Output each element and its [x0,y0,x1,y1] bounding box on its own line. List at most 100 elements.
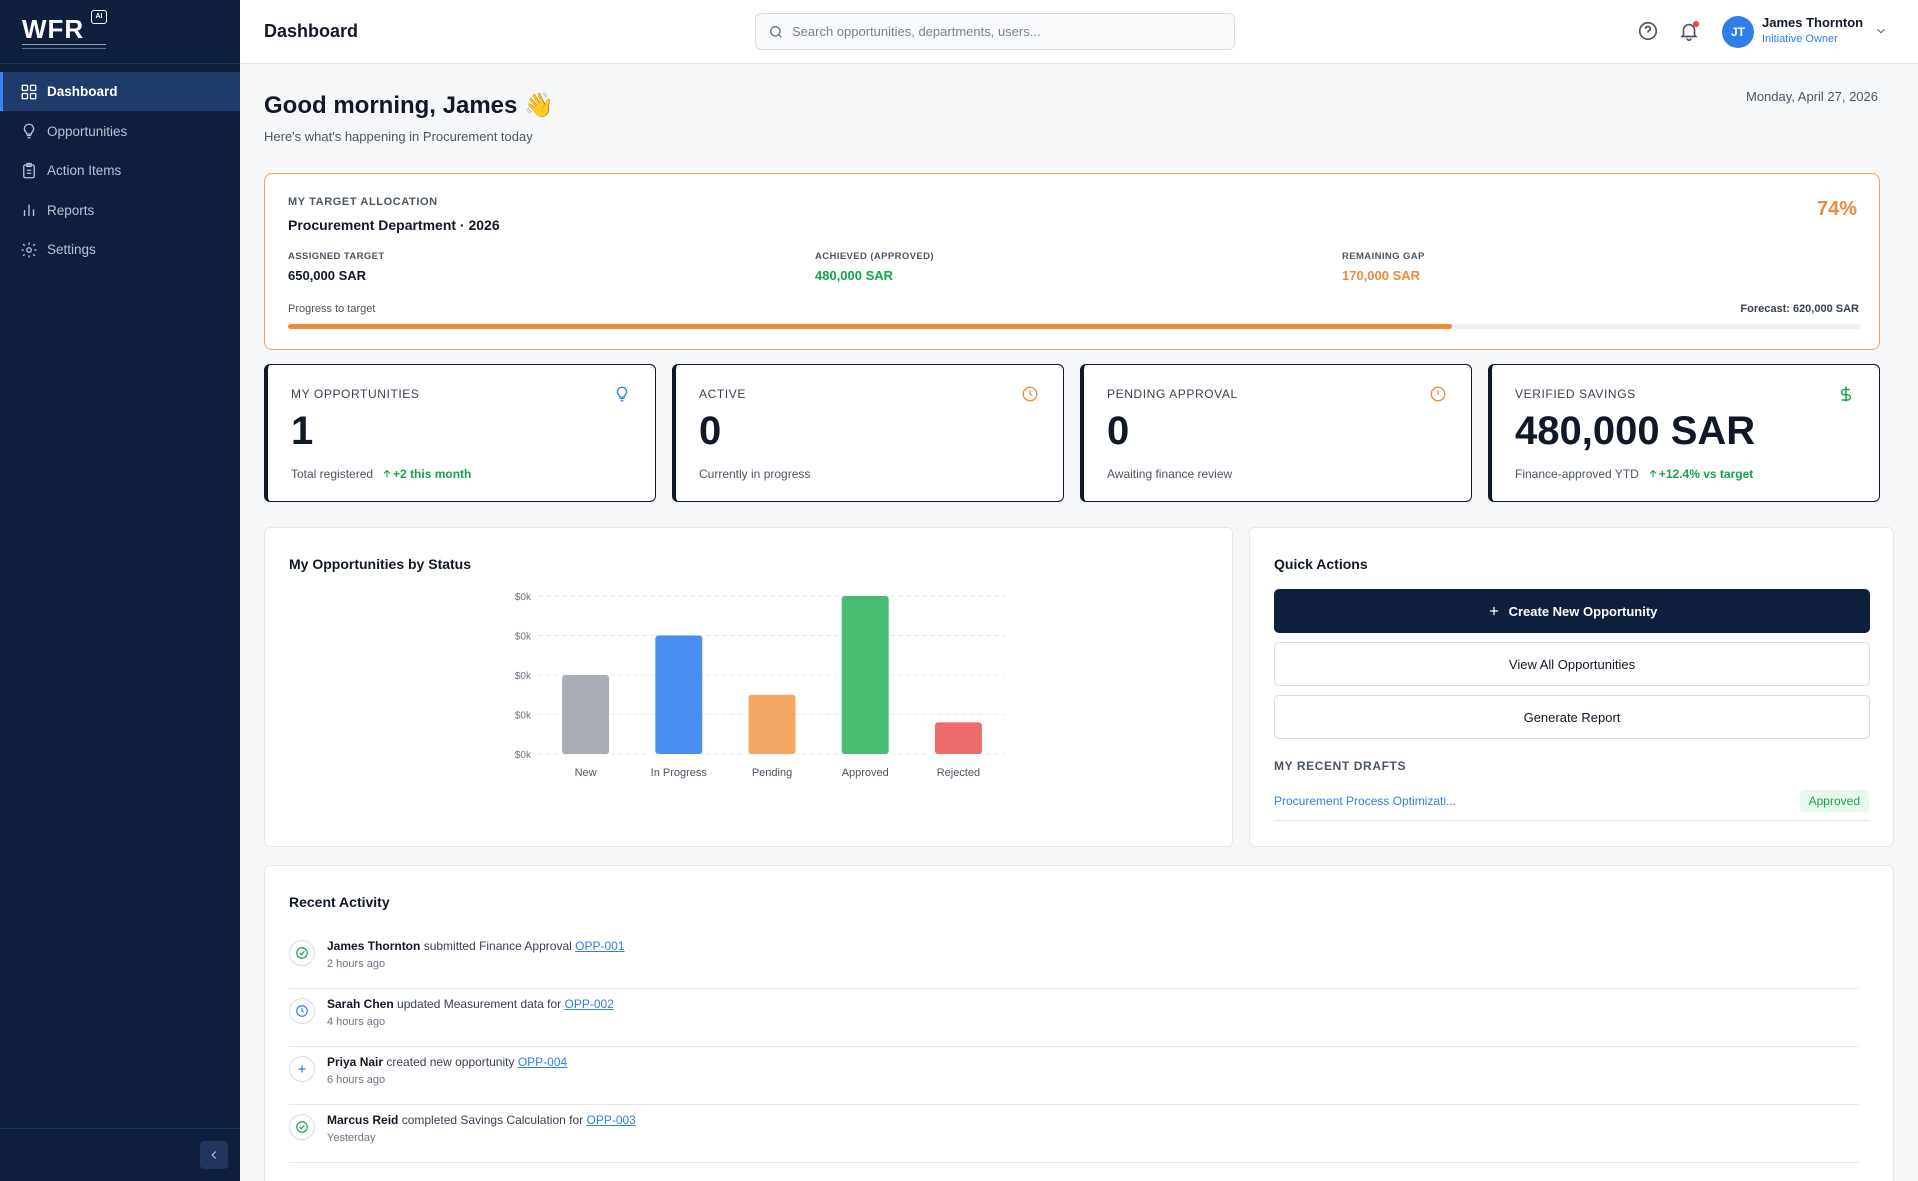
user-name[interactable]: James Thornton [1762,15,1863,30]
user-role: Initiative Owner [1762,33,1838,45]
achieved-value: 480,000 SAR [815,268,894,283]
view-all-label: View All Opportunities [1508,656,1636,672]
chart-y-tick-label: $0k [515,750,532,761]
kpi-sub: Total registered +2 this month [291,467,471,481]
activity-text: Priya Nair created new opportunity OPP-0… [327,1055,567,1069]
kpi-card-active[interactable]: ACTIVE 0 Currently in progress [672,364,1064,502]
generate-report-button[interactable]: Generate Report [1274,695,1870,739]
page-title: Dashboard [264,21,359,41]
sidebar: WFR AI Dashboard Opportunities Action It… [0,0,240,1181]
activity-ref-link[interactable]: OPP-004 [518,1055,567,1069]
progress-label: Progress to target [288,303,376,315]
recent-activity-title: Recent Activity [289,894,390,910]
progress-bar [288,324,1861,329]
recent-drafts-label: MY RECENT DRAFTS [1274,759,1407,773]
sidebar-item-opportunities[interactable]: Opportunities [0,112,240,151]
sidebar-item-action-items[interactable]: Action Items [0,151,240,190]
plus-icon [289,1056,315,1082]
notification-dot [1693,21,1699,27]
activity-user: Sarah Chen [327,997,394,1011]
kpi-value: 1 [291,409,314,453]
sidebar-item-reports[interactable]: Reports [0,191,240,230]
activity-text: Marcus Reid completed Savings Calculatio… [327,1113,636,1127]
create-opportunity-button[interactable]: Create New Opportunity [1274,589,1870,633]
kpi-card-my-opportunities[interactable]: MY OPPORTUNITIES 1 Total registered +2 t… [264,364,656,502]
divider [1274,820,1870,821]
chart-bar [748,694,796,754]
achieved-stat: ACHIEVED (APPROVED) 480,000 SAR [815,251,934,283]
view-all-opportunities-button[interactable]: View All Opportunities [1274,642,1870,686]
kpi-sub-text: Awaiting finance review [1107,467,1233,481]
quick-actions-title: Quick Actions [1274,556,1368,572]
chart-x-tick-label: Approved [842,767,889,779]
top-header: Dashboard JT James Thornton Initiative O… [240,0,1918,64]
activity-item: James Thornton submitted Finance Approva… [289,932,1859,989]
kpi-sub: Finance-approved YTD +12.4% vs target [1515,467,1753,481]
greeting-title: Good morning, James 👋 [264,92,554,119]
remaining-gap-label: REMAINING GAP [1342,251,1425,262]
chart-y-tick-label: $0k [515,632,532,643]
chart-bar [934,722,982,754]
activity-user: Marcus Reid [327,1113,399,1127]
kpi-value: 0 [699,409,722,453]
draft-link[interactable]: Procurement Process Optimizati... [1274,794,1456,808]
activity-time: Yesterday [327,1132,376,1144]
target-label: MY TARGET ALLOCATION [288,196,438,208]
target-percent: 74% [1816,198,1857,220]
activity-text: Sarah Chen updated Measurement data for … [327,997,614,1011]
target-allocation-card: MY TARGET ALLOCATION Procurement Departm… [264,173,1880,350]
logo-underline [22,44,106,45]
activity-action: created new opportunity [386,1055,515,1069]
activity-ref-link[interactable]: OPP-002 [564,997,613,1011]
current-date: Monday, April 27, 2026 [1745,89,1878,104]
help-icon[interactable] [1637,20,1659,42]
search-box[interactable] [755,13,1235,50]
avatar[interactable]: JT [1722,16,1754,48]
sidebar-item-dashboard[interactable]: Dashboard [0,72,240,111]
activity-action: updated Measurement data for [397,997,562,1011]
check-circle-icon [289,1114,315,1140]
activity-ref-link[interactable]: OPP-001 [575,939,624,953]
collapse-sidebar-button[interactable] [200,1141,228,1169]
activity-action: submitted Finance Approval [423,939,572,953]
kpi-sub: Awaiting finance review [1107,467,1232,481]
kpi-trend-text: +2 this month [393,467,472,481]
chart-y-tick-label: $0k [515,592,532,603]
chart-y-tick-label: $0k [515,711,532,722]
remaining-gap-stat: REMAINING GAP 170,000 SAR [1342,251,1425,283]
sidebar-item-label: Settings [47,242,96,257]
chart-bar [562,675,610,754]
kpi-card-pending-approval[interactable]: PENDING APPROVAL 0 Awaiting finance revi… [1080,364,1472,502]
main-content: Good morning, James 👋 Here's what's happ… [240,65,1918,1181]
clock-icon [1022,386,1038,402]
chart-panel: My Opportunities by Status $0k $0k $0k $0k $… [264,527,1233,847]
logo[interactable]: WFR AI [0,0,240,64]
remaining-gap-value: 170,000 SAR [1342,268,1421,283]
activity-ref-link[interactable]: OPP-003 [586,1113,635,1127]
chart-x-tick-label: In Progress [651,767,708,779]
target-title: Procurement Department · 2026 [288,217,500,233]
lightbulb-icon [616,386,628,402]
check-circle-icon [289,940,315,966]
arrow-up-icon [1649,469,1657,478]
kpi-card-verified-savings[interactable]: VERIFIED SAVINGS 480,000 SAR Finance-app… [1488,364,1880,502]
activity-action: completed Savings Calculation for [401,1113,584,1127]
status-bar-chart: $0k $0k $0k $0k $0k New In Progress Pending Appr… [515,592,1005,779]
chart-x-tick-label: Pending [752,767,792,779]
sidebar-item-settings[interactable]: Settings [0,230,240,269]
sidebar-item-label: Action Items [47,163,122,178]
chevron-down-icon[interactable] [1874,24,1888,38]
search-icon [770,25,782,38]
activity-item: Priya Nair created new opportunity OPP-0… [289,1048,1859,1105]
generate-report-label: Generate Report [1523,709,1621,725]
assigned-target-label: ASSIGNED TARGET [288,251,385,262]
activity-time: 4 hours ago [327,1016,386,1028]
plus-icon [1489,606,1498,616]
search-input[interactable] [792,24,1212,39]
kpi-trend: +12.4% vs target [1647,467,1753,481]
kpi-sub-text: Currently in progress [699,467,811,481]
chart-bar [841,596,889,754]
gear-icon [20,241,38,259]
sidebar-nav: Dashboard Opportunities Action Items Rep… [0,72,240,269]
kpi-label: ACTIVE [699,387,746,401]
